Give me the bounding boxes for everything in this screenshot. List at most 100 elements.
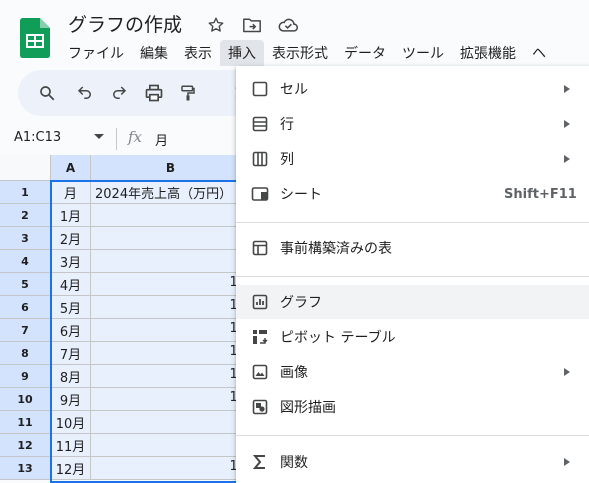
- cell-a5[interactable]: 4月: [51, 273, 91, 296]
- submenu-arrow-icon: [564, 120, 570, 128]
- column-header-a[interactable]: A: [51, 155, 91, 181]
- cell-a13[interactable]: 12月: [51, 457, 91, 480]
- menu-separator: [236, 435, 589, 436]
- pivot-table-icon: [250, 327, 270, 347]
- sigma-icon: [250, 452, 270, 472]
- cloud-saved-icon[interactable]: [277, 14, 299, 36]
- name-box-dropdown-icon[interactable]: [94, 134, 104, 139]
- menu-format[interactable]: 表示形式: [264, 40, 336, 66]
- print-icon[interactable]: [143, 82, 165, 104]
- cell-b2[interactable]: 8: [91, 204, 251, 227]
- sheets-logo-icon[interactable]: [20, 18, 50, 58]
- menu-separator: [236, 276, 589, 277]
- cell-a4[interactable]: 3月: [51, 250, 91, 273]
- menu-view[interactable]: 表示: [176, 40, 220, 66]
- insert-drawing-item[interactable]: 図形描画: [236, 390, 589, 424]
- row-header-7[interactable]: 7: [0, 319, 51, 342]
- cell-b8[interactable]: 12: [91, 342, 251, 365]
- row-header-10[interactable]: 10: [0, 388, 51, 411]
- menu-extensions[interactable]: 拡張機能: [452, 40, 524, 66]
- cell-b9[interactable]: 11: [91, 365, 251, 388]
- row-header-12[interactable]: 12: [0, 434, 51, 457]
- drawing-icon: [250, 397, 270, 417]
- cell-a2[interactable]: 1月: [51, 204, 91, 227]
- cell-a7[interactable]: 6月: [51, 319, 91, 342]
- insert-sheet-label: シート: [280, 187, 322, 203]
- row-header-9[interactable]: 9: [0, 365, 51, 388]
- cell-a6[interactable]: 5月: [51, 296, 91, 319]
- menu-separator: [236, 222, 589, 223]
- sheets-app: グラフの作成 ファイル 編集 表示 挿入 表示形式 データ ツール 拡張機能 ヘ: [0, 0, 589, 483]
- cell-a8[interactable]: 7月: [51, 342, 91, 365]
- insert-pivot-table-item[interactable]: ピボット テーブル: [236, 320, 589, 354]
- insert-row-item[interactable]: 行: [236, 107, 589, 141]
- name-box[interactable]: A1:C13: [14, 130, 61, 145]
- cell-b7[interactable]: 11: [91, 319, 251, 342]
- cell-icon: [250, 79, 270, 99]
- insert-prebuilt-table-label: 事前構築済みの表: [280, 241, 392, 257]
- insert-column-item[interactable]: 列: [236, 142, 589, 176]
- paint-format-icon[interactable]: [177, 82, 199, 104]
- undo-icon[interactable]: [74, 82, 96, 104]
- insert-sheet-item[interactable]: シート Shift+F11: [236, 177, 589, 211]
- row-header-4[interactable]: 4: [0, 250, 51, 273]
- row-header-1[interactable]: 1: [0, 181, 51, 204]
- cell-a9[interactable]: 8月: [51, 365, 91, 388]
- cell-a3[interactable]: 2月: [51, 227, 91, 250]
- insert-prebuilt-table-item[interactable]: 事前構築済みの表: [236, 231, 589, 265]
- submenu-arrow-icon: [564, 368, 570, 376]
- document-title[interactable]: グラフの作成: [68, 10, 182, 37]
- submenu-arrow-icon: [564, 85, 570, 93]
- cell-b4[interactable]: 9: [91, 250, 251, 273]
- cell-b12[interactable]: 9: [91, 434, 251, 457]
- cell-a10[interactable]: 9月: [51, 388, 91, 411]
- insert-menu-dropdown: セル 行 列 シート Shift+F11 事前構築済みの表 グラフ ピボット テ…: [236, 66, 589, 483]
- row-icon: [250, 114, 270, 134]
- sheet-shortcut: Shift+F11: [504, 186, 577, 202]
- insert-image-item[interactable]: 画像: [236, 355, 589, 389]
- row-header-11[interactable]: 11: [0, 411, 51, 434]
- menubar: ファイル 編集 表示 挿入 表示形式 データ ツール 拡張機能 ヘ: [60, 40, 554, 66]
- menu-edit[interactable]: 編集: [132, 40, 176, 66]
- row-header-2[interactable]: 2: [0, 204, 51, 227]
- insert-image-label: 画像: [280, 365, 308, 381]
- column-icon: [250, 149, 270, 169]
- row-header-6[interactable]: 6: [0, 296, 51, 319]
- cell-a1[interactable]: 月: [51, 181, 91, 204]
- menu-file[interactable]: ファイル: [60, 40, 132, 66]
- row-header-8[interactable]: 8: [0, 342, 51, 365]
- search-icon[interactable]: [36, 82, 58, 104]
- insert-cell-item[interactable]: セル: [236, 72, 589, 106]
- menu-help[interactable]: ヘ: [524, 40, 554, 66]
- menu-insert[interactable]: 挿入: [220, 40, 264, 66]
- cell-b11[interactable]: 9: [91, 411, 251, 434]
- select-all-corner[interactable]: [0, 155, 51, 181]
- menu-tools[interactable]: ツール: [394, 40, 452, 66]
- row-header-3[interactable]: 3: [0, 227, 51, 250]
- cell-b6[interactable]: 11: [91, 296, 251, 319]
- submenu-arrow-icon: [564, 155, 570, 163]
- insert-cell-label: セル: [280, 82, 308, 98]
- cell-b1[interactable]: 2024年売上高（万円）: [91, 181, 251, 204]
- row-header-5[interactable]: 5: [0, 273, 51, 296]
- insert-pivot-table-label: ピボット テーブル: [280, 330, 396, 346]
- cell-b3[interactable]: 7: [91, 227, 251, 250]
- submenu-arrow-icon: [564, 458, 570, 466]
- fx-icon: fx: [128, 128, 143, 146]
- cell-b5[interactable]: 10: [91, 273, 251, 296]
- move-folder-icon[interactable]: [241, 14, 263, 36]
- formula-input[interactable]: 月: [155, 130, 168, 149]
- star-icon[interactable]: [205, 14, 227, 36]
- cell-a11[interactable]: 10月: [51, 411, 91, 434]
- insert-function-item[interactable]: 関数: [236, 445, 589, 479]
- redo-icon[interactable]: [108, 82, 130, 104]
- insert-row-label: 行: [280, 117, 294, 133]
- row-header-13[interactable]: 13: [0, 457, 51, 480]
- cell-b10[interactable]: 10: [91, 388, 251, 411]
- menu-data[interactable]: データ: [336, 40, 394, 66]
- cell-b13[interactable]: 13: [91, 457, 251, 480]
- column-header-b[interactable]: B: [91, 155, 251, 181]
- insert-chart-item[interactable]: グラフ: [236, 285, 589, 319]
- cell-a12[interactable]: 11月: [51, 434, 91, 457]
- insert-function-label: 関数: [280, 455, 308, 471]
